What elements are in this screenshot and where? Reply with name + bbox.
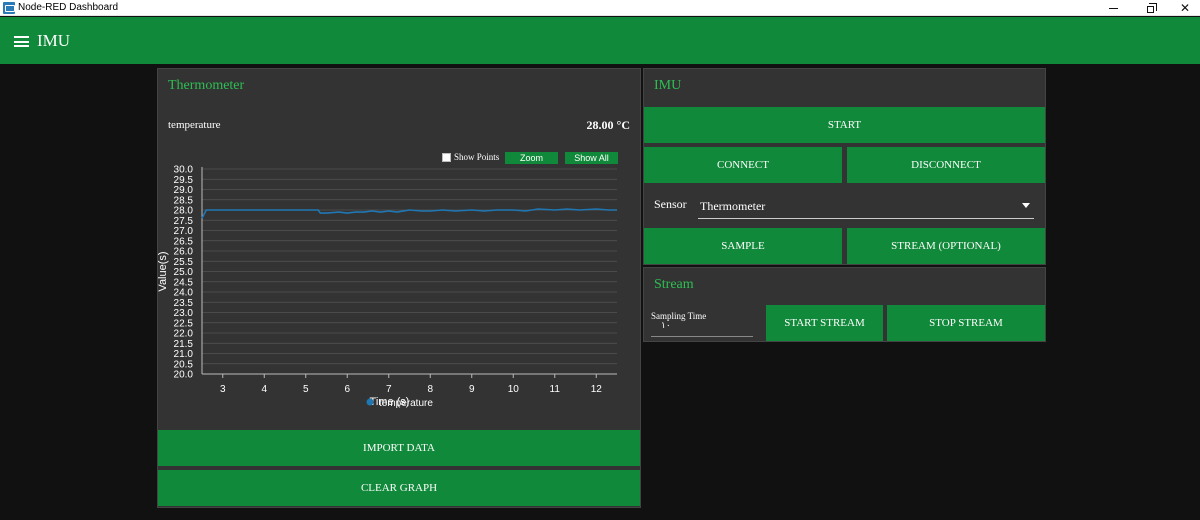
y-tick-label: 28.5 [174, 195, 194, 206]
stop-stream-button[interactable]: STOP STREAM [887, 305, 1045, 341]
x-tick-label: 6 [344, 384, 350, 395]
y-tick-label: 29.0 [174, 185, 194, 196]
y-tick-label: 22.5 [174, 318, 194, 329]
import-data-button[interactable]: IMPORT DATA [158, 430, 640, 466]
restore-icon [1146, 2, 1157, 13]
sampling-time-input[interactable]: ١٠ [661, 320, 671, 330]
y-tick-label: 20.5 [174, 359, 194, 370]
x-tick-label: 4 [261, 384, 267, 395]
x-tick-label: 8 [427, 384, 433, 395]
y-tick-label: 25.5 [174, 257, 194, 268]
connect-button[interactable]: CONNECT [644, 147, 842, 183]
minimize-icon [1108, 7, 1118, 9]
temperature-value: 28.00 °C [586, 118, 630, 132]
stream-optional-button[interactable]: STREAM (OPTIONAL) [847, 228, 1045, 264]
sensor-label: Sensor [654, 197, 687, 211]
y-tick-label: 26.5 [174, 236, 194, 247]
start-stream-button[interactable]: START STREAM [766, 305, 883, 341]
page-title: IMU [37, 31, 71, 50]
hamburger-menu-icon[interactable] [14, 36, 29, 47]
y-tick-label: 23.5 [174, 298, 194, 309]
temperature-series-line [201, 208, 617, 219]
close-icon: ✕ [1179, 1, 1191, 15]
start-button[interactable]: START [644, 107, 1045, 143]
x-tick-label: 3 [220, 384, 226, 395]
legend-label: temperature [379, 398, 433, 409]
disconnect-button[interactable]: DISCONNECT [847, 147, 1045, 183]
sample-button[interactable]: SAMPLE [644, 228, 842, 264]
sampling-time-label: Sampling Time [651, 311, 707, 321]
sensor-dropdown-value: Thermometer [700, 199, 766, 213]
x-tick-label: 5 [303, 384, 309, 395]
dashboard-header: IMU [0, 17, 1200, 64]
x-tick-label: 7 [386, 384, 392, 395]
y-tick-label: 21.5 [174, 339, 194, 350]
sensor-dropdown[interactable]: Thermometer [698, 193, 1034, 219]
legend-marker [366, 398, 374, 406]
y-tick-label: 24.5 [174, 277, 194, 288]
maximize-button[interactable] [1131, 0, 1167, 16]
window-title: Node-RED Dashboard [18, 2, 119, 13]
app-icon [3, 2, 15, 14]
stream-title: Stream [654, 277, 694, 292]
y-tick-label: 29.5 [174, 175, 194, 186]
temperature-label: temperature [168, 119, 221, 131]
stream-card: Stream Sampling Time ١٠ START STREAM STO… [643, 267, 1046, 342]
y-tick-label: 20.0 [174, 370, 194, 381]
y-tick-label: 24.0 [174, 288, 194, 299]
y-tick-label: 26.0 [174, 247, 194, 258]
y-tick-label: 22.0 [174, 329, 194, 340]
sampling-time-underline [651, 336, 753, 337]
y-tick-label: 30.0 [174, 165, 194, 176]
y-tick-label: 27.5 [174, 216, 194, 227]
y-tick-label: 28.0 [174, 206, 194, 217]
temperature-chart[interactable]: 20.020.521.021.522.022.523.023.524.024.5… [158, 149, 640, 429]
window-titlebar: Node-RED Dashboard ✕ [0, 0, 1200, 16]
x-tick-label: 12 [591, 384, 603, 395]
caret-down-icon [1022, 203, 1030, 208]
clear-graph-button[interactable]: CLEAR GRAPH [158, 470, 640, 506]
y-tick-label: 21.0 [174, 349, 194, 360]
x-tick-label: 9 [469, 384, 475, 395]
y-axis-label: Value(s) [158, 251, 169, 291]
x-tick-label: 11 [550, 384, 561, 395]
close-button[interactable]: ✕ [1167, 0, 1200, 16]
y-tick-label: 27.0 [174, 226, 194, 237]
minimize-button[interactable] [1095, 0, 1131, 16]
y-tick-label: 25.0 [174, 267, 194, 278]
x-tick-label: 10 [508, 384, 520, 395]
thermometer-title: Thermometer [168, 78, 245, 93]
y-tick-label: 23.0 [174, 308, 194, 319]
imu-card: IMU START CONNECT DISCONNECT Sensor Ther… [643, 68, 1046, 265]
thermometer-card: Thermometer temperature 28.00 °C Show Po… [157, 68, 641, 508]
imu-title: IMU [654, 78, 682, 93]
